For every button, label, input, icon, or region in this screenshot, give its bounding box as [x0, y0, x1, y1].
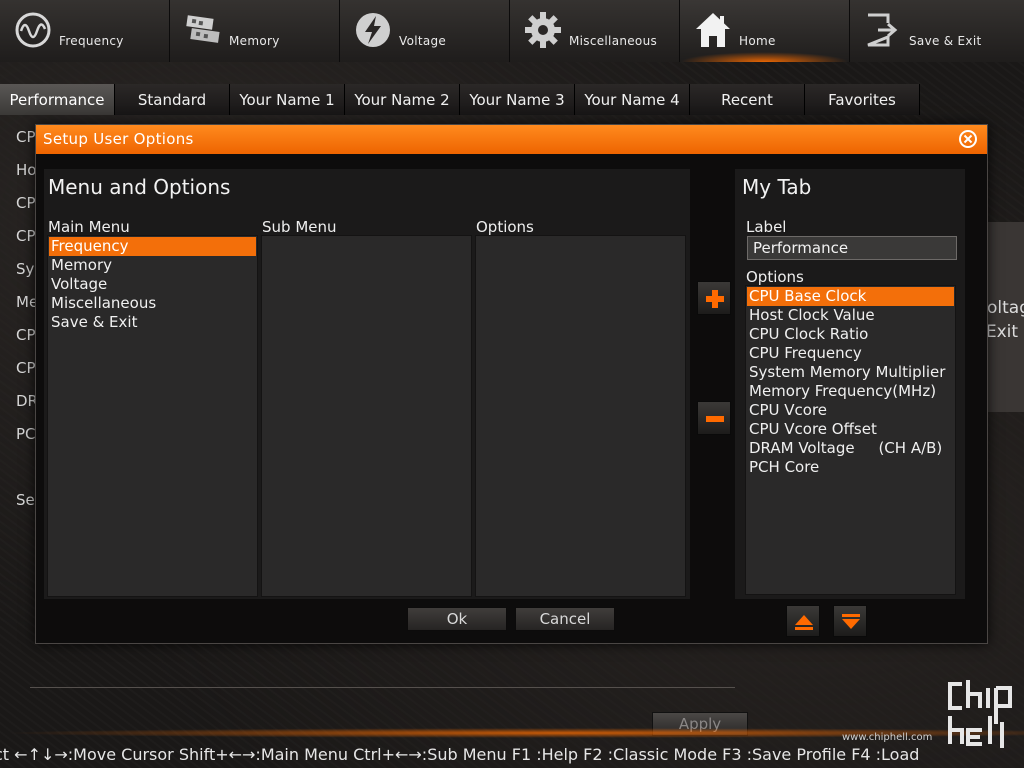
- nav-miscellaneous[interactable]: Miscellaneous: [510, 0, 680, 62]
- remove-option-button[interactable]: [697, 401, 731, 435]
- tab-performance[interactable]: Performance: [0, 84, 115, 115]
- background-row: CP: [16, 359, 36, 377]
- background-voltage-text: oltag: [987, 298, 1024, 318]
- dialog-title: Setup User Options: [43, 130, 194, 148]
- my-tab-option[interactable]: PCH Core: [747, 458, 954, 477]
- options-list[interactable]: [475, 235, 686, 597]
- my-tab-option[interactable]: CPU Frequency: [747, 344, 954, 363]
- menu-and-options-heading: Menu and Options: [48, 175, 231, 199]
- sub-menu-list[interactable]: [261, 235, 472, 597]
- my-tab-option[interactable]: System Memory Multiplier: [747, 363, 954, 382]
- nav-label: Voltage: [399, 34, 447, 48]
- background-row: CP: [16, 128, 36, 146]
- arrow-up-icon: [795, 615, 813, 630]
- dialog-titlebar: Setup User Options: [36, 125, 987, 154]
- ok-button[interactable]: Ok: [407, 607, 507, 631]
- plus-icon: [706, 290, 724, 308]
- tab-label-input[interactable]: Performance: [747, 236, 957, 260]
- main-menu-label: Main Menu: [48, 218, 130, 236]
- help-bar: ct ←↑↓→:Move Cursor Shift+←→:Main Menu C…: [0, 742, 1024, 768]
- nav-memory[interactable]: Memory: [170, 0, 340, 62]
- main-menu-item-frequency[interactable]: Frequency: [49, 237, 256, 256]
- help-text: ct ←↑↓→:Move Cursor Shift+←→:Main Menu C…: [0, 745, 920, 764]
- chiphell-logo: [948, 680, 1012, 748]
- tab-standard[interactable]: Standard: [115, 84, 230, 115]
- nav-label: Miscellaneous: [569, 34, 658, 48]
- nav-label: Home: [739, 34, 776, 48]
- nav-save-exit[interactable]: Save & Exit: [850, 0, 1024, 62]
- tab-favorites[interactable]: Favorites: [805, 84, 920, 115]
- tab-your-name-2[interactable]: Your Name 2: [345, 84, 460, 115]
- main-menu-list: Frequency Memory Voltage Miscellaneous S…: [47, 235, 258, 597]
- cancel-button[interactable]: Cancel: [515, 607, 615, 631]
- my-tab-option[interactable]: CPU Vcore: [747, 401, 954, 420]
- label-caption: Label: [746, 218, 787, 236]
- menu-and-options-panel: Menu and Options Main Menu Sub Menu Opti…: [44, 169, 690, 599]
- nav-label: Frequency: [59, 34, 124, 48]
- tab-bar: Performance Standard Your Name 1 Your Na…: [0, 84, 920, 115]
- minus-icon: [706, 416, 724, 422]
- close-icon[interactable]: [958, 129, 978, 149]
- my-tab-options-list: CPU Base Clock Host Clock Value CPU Cloc…: [745, 285, 956, 595]
- main-menu-item-save-exit[interactable]: Save & Exit: [49, 313, 256, 332]
- background-row: PC: [16, 425, 36, 443]
- exit-door-icon: [867, 13, 898, 47]
- nav-label: Memory: [229, 34, 280, 48]
- options-caption: Options: [746, 268, 804, 286]
- tab-your-name-1[interactable]: Your Name 1: [230, 84, 345, 115]
- background-row: Ho: [16, 161, 37, 179]
- my-tab-option[interactable]: Host Clock Value: [747, 306, 954, 325]
- tab-your-name-4[interactable]: Your Name 4: [575, 84, 690, 115]
- add-option-button[interactable]: [697, 281, 731, 315]
- background-row: Se: [16, 491, 35, 509]
- nav-voltage[interactable]: Voltage: [340, 0, 510, 62]
- background-row: CP: [16, 194, 36, 212]
- arrow-down-icon: [842, 614, 860, 629]
- nav-home[interactable]: Home: [680, 0, 850, 62]
- house-icon: [696, 13, 730, 47]
- my-tab-option[interactable]: DRAM Voltage (CH A/B): [747, 439, 954, 458]
- gear-icon: [525, 12, 561, 48]
- options-label: Options: [476, 218, 534, 236]
- nav-label: Save & Exit: [909, 34, 982, 48]
- top-navigation: Frequency Memory Voltage Miscellaneous H…: [0, 0, 1024, 62]
- move-down-button[interactable]: [833, 605, 867, 637]
- tab-recent[interactable]: Recent: [690, 84, 805, 115]
- move-up-button[interactable]: [786, 605, 820, 637]
- memory-module-icon: [186, 15, 220, 43]
- main-menu-item-voltage[interactable]: Voltage: [49, 275, 256, 294]
- setup-user-options-dialog: Setup User Options Menu and Options Main…: [35, 124, 988, 644]
- nav-frequency[interactable]: Frequency: [0, 0, 170, 62]
- my-tab-heading: My Tab: [742, 175, 812, 199]
- sub-menu-label: Sub Menu: [262, 218, 337, 236]
- main-menu-item-memory[interactable]: Memory: [49, 256, 256, 275]
- my-tab-panel: My Tab Label Options CPU Base Clock Host…: [735, 169, 965, 599]
- frequency-gauge-icon: [15, 12, 51, 48]
- background-row: CP: [16, 227, 36, 245]
- main-menu-item-miscellaneous[interactable]: Miscellaneous: [49, 294, 256, 313]
- lightning-bolt-icon: [356, 13, 390, 47]
- my-tab-option[interactable]: CPU Base Clock: [747, 287, 954, 306]
- my-tab-option[interactable]: Memory Frequency(MHz): [747, 382, 954, 401]
- my-tab-option[interactable]: CPU Vcore Offset: [747, 420, 954, 439]
- divider: [30, 687, 735, 688]
- my-tab-option[interactable]: CPU Clock Ratio: [747, 325, 954, 344]
- background-row: CP: [16, 326, 36, 344]
- tab-your-name-3[interactable]: Your Name 3: [460, 84, 575, 115]
